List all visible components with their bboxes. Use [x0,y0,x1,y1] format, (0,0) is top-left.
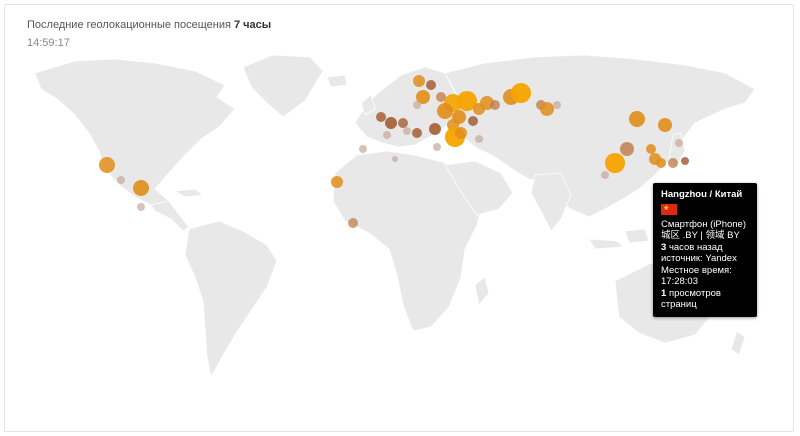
visit-dot[interactable] [455,127,467,139]
visit-dot[interactable] [553,101,561,109]
iceland [326,74,348,88]
visit-dot[interactable] [629,111,645,127]
indonesia-1 [588,238,624,250]
visit-dot[interactable] [433,143,441,151]
visit-dot[interactable] [426,80,436,90]
indonesia-2 [624,228,650,244]
tooltip-location: Hangzhou / Китай [661,189,743,200]
geo-visits-panel: Последние геолокационные посещения 7 час… [4,4,794,432]
continents [34,54,756,379]
visit-dot[interactable] [681,157,689,165]
visit-dot[interactable] [412,128,422,138]
china-flag-icon [661,203,677,215]
visit-dot[interactable] [437,103,453,119]
visit-dot[interactable] [475,135,483,143]
visit-dot[interactable] [675,139,683,147]
tooltip-ago-count: 3 [661,241,667,253]
visit-dot[interactable] [413,75,425,87]
visit-dot[interactable] [468,116,478,126]
cuba [173,188,205,198]
visit-dot[interactable] [413,101,421,109]
visit-dot[interactable] [511,83,531,103]
visit-dot[interactable] [620,142,634,156]
visit-dot[interactable] [429,123,441,135]
visit-dot[interactable] [331,176,343,188]
visit-dot[interactable] [133,180,149,196]
visit-dot[interactable] [668,158,678,168]
tooltip-pageviews-count: 1 [661,287,667,299]
visit-dot[interactable] [646,144,656,154]
tooltip-ago: 3 часов назад [661,242,749,254]
visit-tooltip: Hangzhou / Китай Смартфон (iPhone) 城区 .B… [653,183,757,317]
tooltip-local-time-label: Местное время: [661,264,732,276]
visit-dot[interactable] [137,203,145,211]
visit-dot[interactable] [601,171,609,179]
visit-dot[interactable] [99,157,115,173]
tooltip-pageviews-text: просмотров страниц [661,287,721,311]
tooltip-region: 城区 .BY | 领域 BY [661,230,740,241]
visit-dot[interactable] [117,176,125,184]
tooltip-ago-text: часов назад [668,241,723,253]
visit-dot[interactable] [403,127,411,135]
visit-dot[interactable] [658,118,672,132]
tooltip-local-time: 17:28:03 [661,276,698,287]
india [530,172,572,232]
visit-dot[interactable] [398,118,408,128]
visit-dot[interactable] [376,112,386,122]
tooltip-source: источник: Yandex [661,253,737,264]
visit-dot[interactable] [359,145,367,153]
greenland [242,54,324,118]
visit-dot[interactable] [392,156,398,162]
central-america [150,200,190,232]
visit-dot[interactable] [490,100,500,110]
visit-dot[interactable] [605,153,625,173]
north-america [34,58,236,218]
new-zealand [730,330,746,356]
visit-dot[interactable] [383,131,391,139]
visit-dot[interactable] [385,117,397,129]
tooltip-device: Смартфон (iPhone) [661,218,746,230]
south-america [184,220,278,379]
madagascar [474,276,490,306]
visit-dot[interactable] [348,218,358,228]
tooltip-pageviews: 1 просмотров страниц [661,288,749,311]
visit-dot[interactable] [656,158,666,168]
visit-dot[interactable] [540,102,554,116]
